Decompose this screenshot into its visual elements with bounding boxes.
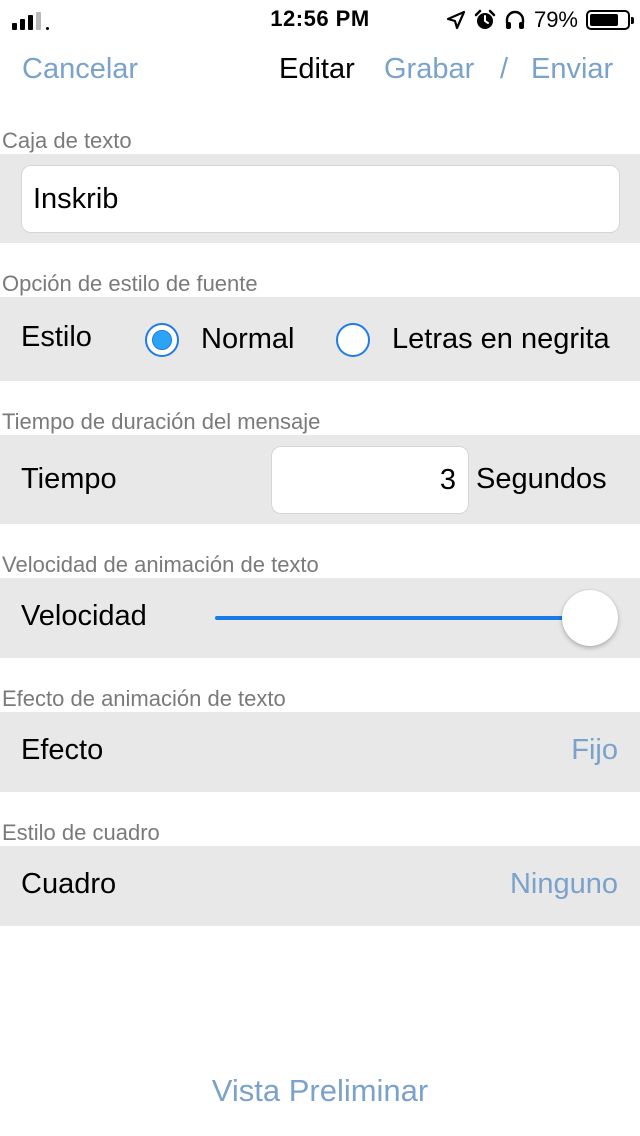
radio-bold[interactable] [336, 323, 370, 357]
cancel-button[interactable]: Cancelar [22, 53, 138, 86]
frame-header: Estilo de cuadro [2, 820, 160, 845]
screen: { "status_bar": { "time": "12:56 PM", "b… [0, 0, 640, 1136]
frame-row[interactable]: Cuadro Ninguno [0, 846, 640, 926]
time-label: Tiempo [21, 463, 117, 495]
navigation-bar: Cancelar Editar Grabar / Enviar [0, 40, 640, 100]
nav-title: Editar [279, 53, 355, 85]
status-bar: 12:56 PM 79% [0, 0, 640, 40]
duration-header: Tiempo de duración del mensaje [2, 409, 321, 434]
style-label: Estilo [21, 321, 92, 353]
record-button[interactable]: Grabar [384, 53, 474, 86]
text-box-section [0, 154, 640, 243]
effect-header: Efecto de animación de texto [2, 686, 286, 711]
radio-selected-dot [152, 330, 172, 350]
font-style-header: Opción de estilo de fuente [2, 271, 258, 296]
alarm-icon [474, 9, 496, 29]
battery-percent: 79% [533, 7, 578, 32]
radio-normal[interactable] [145, 323, 179, 357]
effect-label: Efecto [21, 734, 104, 766]
speed-section: Velocidad [0, 578, 640, 658]
radio-bold-label-clip: Letras en negrita [392, 297, 620, 381]
speed-slider-track[interactable] [215, 616, 585, 620]
font-style-section: Estilo Normal Letras en negrita [0, 297, 640, 381]
speed-slider-thumb[interactable] [562, 590, 618, 646]
text-box-header: Caja de texto [2, 128, 132, 153]
battery-icon [586, 10, 634, 30]
radio-normal-label[interactable]: Normal [201, 323, 294, 356]
speed-label: Velocidad [21, 600, 147, 632]
seconds-unit-label: Segundos [476, 463, 607, 495]
headphones-icon [505, 10, 525, 29]
nav-separator: / [500, 53, 509, 85]
preview-button[interactable]: Vista Preliminar [0, 1073, 640, 1109]
location-arrow-icon [446, 10, 466, 30]
speed-header: Velocidad de animación de texto [2, 552, 319, 577]
frame-label: Cuadro [21, 868, 117, 900]
duration-section: Tiempo Segundos [0, 435, 640, 524]
effect-value[interactable]: Fijo [571, 734, 618, 767]
radio-bold-label[interactable]: Letras en negrita [392, 323, 610, 356]
effect-row[interactable]: Efecto Fijo [0, 712, 640, 792]
message-text-input[interactable] [21, 165, 620, 233]
frame-value[interactable]: Ninguno [510, 868, 618, 901]
send-button[interactable]: Enviar [531, 53, 613, 86]
duration-input[interactable] [271, 446, 469, 514]
status-indicators: 79% [446, 6, 634, 34]
